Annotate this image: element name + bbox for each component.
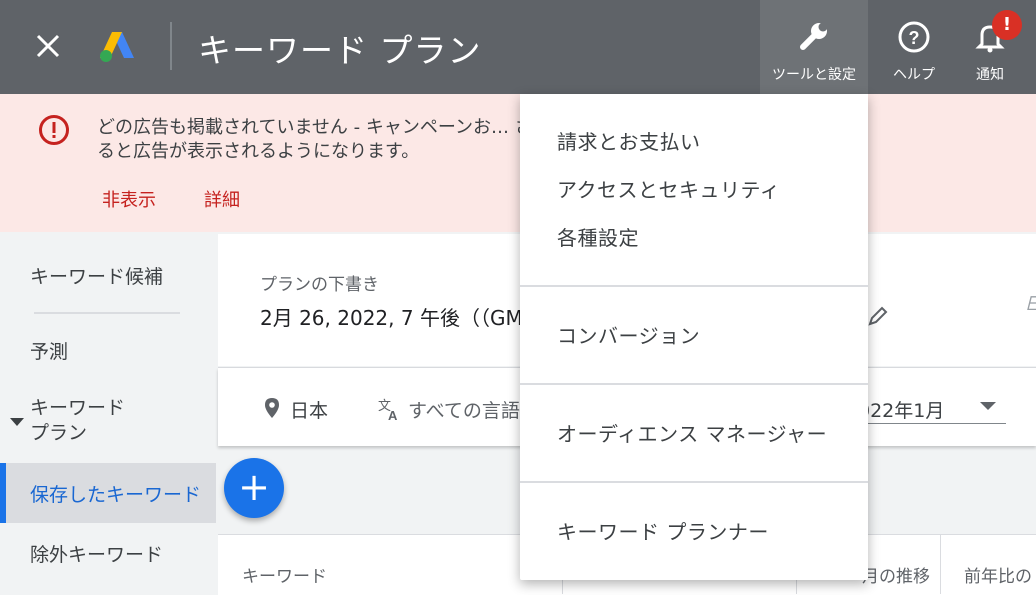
sidebar-item-forecasts[interactable]: 予測 — [30, 337, 68, 364]
error-icon — [38, 114, 70, 146]
tools-and-settings-button[interactable]: ツールと設定 — [760, 0, 868, 94]
menu-item-keyword-planner[interactable]: キーワード プランナー — [557, 516, 769, 545]
tools-menu: 請求とお支払い アクセスとセキュリティ 各種設定 コンバージョン オーディエンス… — [520, 94, 868, 580]
dropdown-arrow-icon[interactable] — [980, 402, 996, 410]
menu-divider — [520, 383, 868, 385]
column-header-yoy[interactable]: 前年比の — [964, 562, 1036, 587]
date-range-underline — [858, 423, 1006, 424]
menu-item-settings[interactable]: 各種設定 — [557, 222, 639, 251]
help-button[interactable]: ? ヘルプ — [868, 0, 960, 94]
sidebar-item-keyword-ideas[interactable]: キーワード候補 — [30, 262, 163, 289]
column-divider — [940, 534, 941, 594]
location-pin-icon — [262, 396, 282, 420]
translate-icon: 文 A — [376, 396, 402, 423]
wrench-icon — [800, 22, 828, 50]
menu-divider — [520, 481, 868, 483]
notifications-label: 通知 — [976, 67, 1004, 83]
menu-item-access-security[interactable]: アクセスとセキュリティ — [557, 174, 780, 203]
sidebar-active-indicator — [0, 463, 6, 523]
menu-item-audience-manager[interactable]: オーディエンス マネージャー — [557, 418, 827, 447]
help-icon: ? — [898, 21, 930, 53]
column-header-monthly-trend[interactable]: 月の推移 — [862, 562, 930, 587]
column-header-keyword[interactable]: キーワード — [242, 562, 327, 587]
location-filter[interactable]: 日本 — [290, 396, 328, 423]
menu-item-conversions[interactable]: コンバージョン — [557, 320, 700, 349]
hide-link[interactable]: 非表示 — [102, 186, 156, 212]
details-link[interactable]: 詳細 — [204, 186, 240, 212]
notification-badge: ! — [992, 10, 1022, 40]
language-filter[interactable]: すべての言語 — [408, 396, 520, 423]
google-ads-logo — [98, 28, 136, 64]
header-divider — [170, 22, 172, 70]
sidebar-divider — [34, 312, 180, 314]
close-icon — [36, 34, 60, 58]
sidebar-item-keyword-plan[interactable]: キーワード プラン — [30, 396, 150, 446]
sidebar-item-negative-keywords[interactable]: 除外キーワード — [30, 540, 163, 567]
plan-name: 2月 26, 2022, 7 午後（（GM — [260, 306, 520, 330]
help-label: ヘルプ — [893, 67, 935, 83]
date-range-value[interactable]: 022年1月 — [858, 396, 944, 423]
svg-text:A: A — [388, 408, 398, 422]
menu-item-billing[interactable]: 請求とお支払い — [557, 126, 701, 155]
tools-label: ツールと設定 — [772, 67, 856, 83]
menu-divider — [520, 285, 868, 287]
page-title: キーワード プラン — [198, 31, 482, 70]
caret-down-icon[interactable] — [10, 418, 24, 426]
add-keyword-button[interactable]: + — [224, 458, 284, 518]
plan-caption: プランの下書き — [260, 275, 379, 295]
edit-icon[interactable] — [866, 304, 890, 328]
close-button[interactable] — [30, 28, 66, 64]
sidebar-item-saved-keywords[interactable]: 保存したキーワード — [30, 480, 201, 507]
svg-text:?: ? — [909, 28, 920, 48]
card-edge-text: 日 — [1024, 290, 1036, 310]
